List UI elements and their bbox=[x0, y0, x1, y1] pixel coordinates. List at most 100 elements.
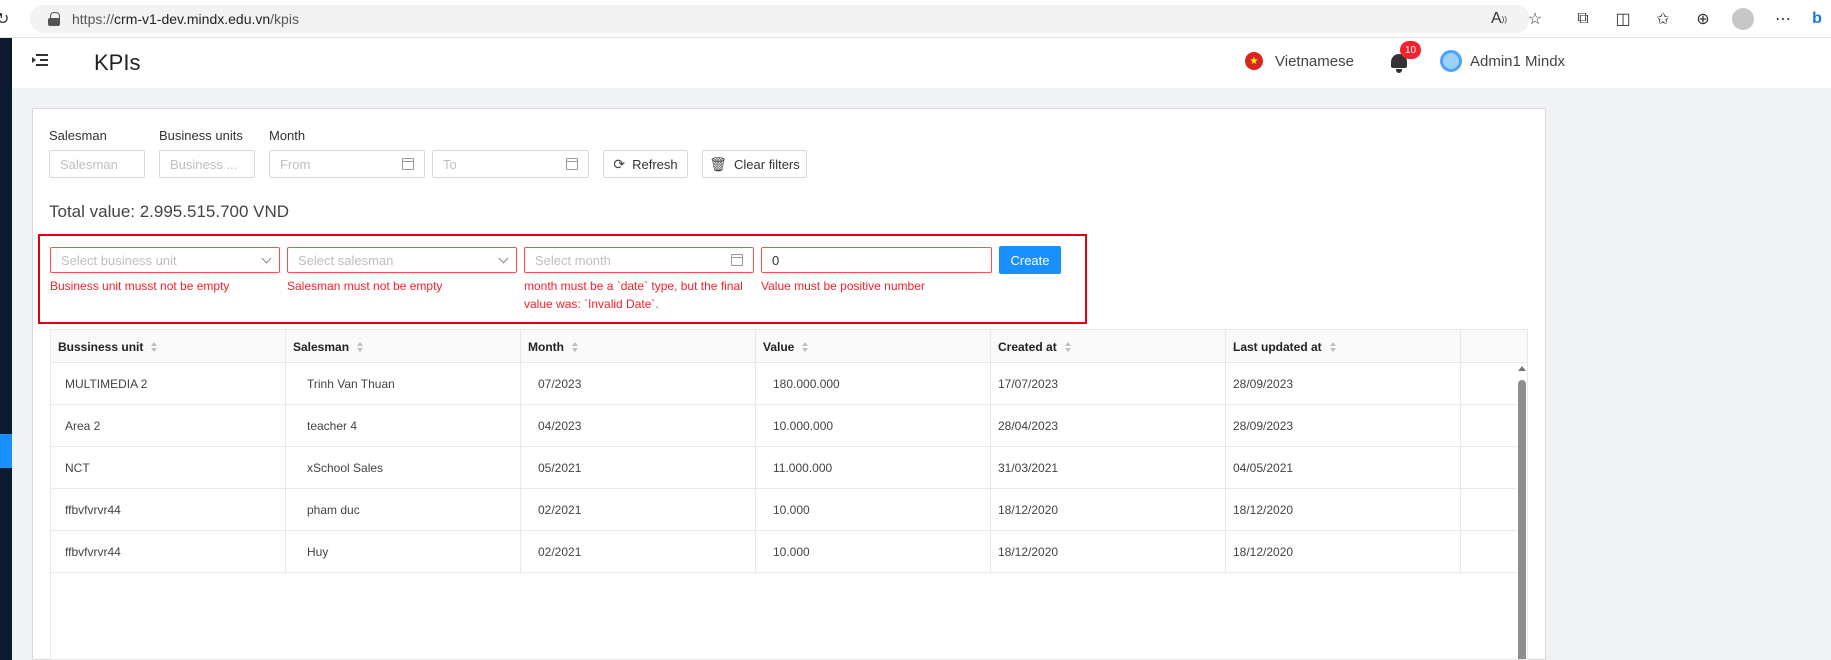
sidebar-active-item[interactable] bbox=[0, 434, 12, 468]
month-select[interactable]: Select month bbox=[524, 247, 754, 273]
table-row[interactable]: NCT xSchool Sales 05/2021 11.000.000 31/… bbox=[51, 447, 1517, 489]
salesman-filter-input[interactable]: Salesman bbox=[49, 150, 145, 178]
column-header-last-updated-at[interactable]: Last updated at bbox=[1226, 330, 1461, 363]
cell-business-unit: NCT bbox=[51, 447, 286, 489]
total-value: Total value: 2.995.515.700 VND bbox=[49, 202, 290, 221]
clear-filters-button[interactable]: 🗑 Clear filters bbox=[702, 150, 807, 178]
cell-created-at: 18/12/2020 bbox=[991, 531, 1226, 573]
profile-icon[interactable] bbox=[1723, 0, 1763, 38]
business-units-filter-placeholder: Business ... bbox=[170, 156, 238, 172]
cell-created-at: 28/04/2023 bbox=[991, 405, 1226, 447]
cell-business-unit: MULTIMEDIA 2 bbox=[51, 363, 286, 405]
user-menu[interactable]: Admin1 Mindx bbox=[1440, 50, 1565, 72]
column-header-salesman[interactable]: Salesman bbox=[286, 330, 521, 363]
clear-filters-label: Clear filters bbox=[734, 156, 800, 172]
salesman-filter-placeholder: Salesman bbox=[60, 156, 118, 172]
business-unit-select[interactable]: Select business unit bbox=[50, 247, 280, 273]
column-header-value[interactable]: Value bbox=[756, 330, 991, 363]
cell-salesman: Trinh Van Thuan bbox=[286, 363, 521, 405]
column-header-business-unit[interactable]: Bussiness unit bbox=[51, 330, 286, 363]
sort-icon bbox=[357, 341, 364, 352]
column-header-label: Last updated at bbox=[1233, 339, 1322, 354]
table-scrollbar[interactable] bbox=[1518, 366, 1526, 659]
calendar-icon bbox=[731, 254, 743, 266]
browser-toolbar: ↻ https://crm-v1-dev.mindx.edu.vn/kpis A… bbox=[0, 0, 1831, 38]
language-selector[interactable]: ★ Vietnamese bbox=[1245, 52, 1354, 70]
cell-last-updated-at: 28/09/2023 bbox=[1226, 405, 1461, 447]
salesman-select[interactable]: Select salesman bbox=[287, 247, 517, 273]
reload-icon[interactable]: ↻ bbox=[0, 9, 12, 28]
scroll-up-icon[interactable] bbox=[1518, 366, 1526, 371]
business-units-filter-label: Business units bbox=[159, 128, 243, 143]
cell-month: 05/2021 bbox=[521, 447, 756, 489]
table-header: Bussiness unit Salesman Month Value Crea… bbox=[51, 330, 1527, 363]
cell-salesman: teacher 4 bbox=[286, 405, 521, 447]
business-unit-error: Business unit musst not be empty bbox=[50, 279, 230, 293]
table-row[interactable]: ffbvfvrvr44 pham duc 02/2021 10.000 18/1… bbox=[51, 489, 1517, 531]
menu-toggle-icon[interactable] bbox=[32, 54, 48, 68]
page-title: KPIs bbox=[94, 50, 141, 75]
cell-month: 07/2023 bbox=[521, 363, 756, 405]
read-aloud-icon[interactable]: A)) bbox=[1479, 0, 1519, 38]
column-header-label: Month bbox=[528, 339, 564, 354]
value-input[interactable]: 0 bbox=[761, 247, 992, 273]
sort-icon bbox=[151, 341, 158, 352]
cell-value: 10.000.000 bbox=[756, 405, 991, 447]
sort-icon bbox=[802, 341, 809, 352]
refresh-button[interactable]: ⟳ Refresh bbox=[603, 150, 688, 178]
table-row[interactable]: ffbvfvrvr44 Huy 02/2021 10.000 18/12/202… bbox=[51, 531, 1517, 573]
chevron-down-icon bbox=[498, 253, 509, 264]
refresh-label: Refresh bbox=[632, 156, 678, 172]
app-header: KPIs ★ Vietnamese 10 Admin1 Mindx bbox=[12, 38, 1831, 88]
month-from-input[interactable]: From bbox=[269, 150, 425, 178]
sort-icon bbox=[1064, 341, 1071, 352]
table-row[interactable]: MULTIMEDIA 2 Trinh Van Thuan 07/2023 180… bbox=[51, 363, 1517, 405]
cell-created-at: 31/03/2021 bbox=[991, 447, 1226, 489]
sort-icon bbox=[571, 341, 578, 352]
create-button[interactable]: Create bbox=[999, 246, 1061, 274]
cell-month: 02/2021 bbox=[521, 531, 756, 573]
cell-last-updated-at: 18/12/2020 bbox=[1226, 489, 1461, 531]
extensions-icon[interactable]: ⧉ bbox=[1563, 0, 1603, 38]
cell-business-unit: Area 2 bbox=[51, 405, 286, 447]
cell-value: 10.000 bbox=[756, 531, 991, 573]
cell-month: 02/2021 bbox=[521, 489, 756, 531]
cell-salesman: xSchool Sales bbox=[286, 447, 521, 489]
chevron-down-icon bbox=[261, 253, 272, 264]
month-to-input[interactable]: To bbox=[432, 150, 589, 178]
collections-icon[interactable]: ⊕ bbox=[1683, 0, 1723, 38]
trash-icon: 🗑 bbox=[709, 155, 728, 172]
avatar bbox=[1440, 50, 1462, 72]
value-input-text: 0 bbox=[772, 252, 780, 268]
sidebar bbox=[0, 38, 12, 660]
url-text[interactable]: https://crm-v1-dev.mindx.edu.vn/kpis bbox=[72, 11, 299, 27]
cell-value: 10.000 bbox=[756, 489, 991, 531]
scrollbar-thumb[interactable] bbox=[1518, 380, 1526, 659]
column-header-month[interactable]: Month bbox=[521, 330, 756, 363]
business-unit-select-placeholder: Select business unit bbox=[61, 252, 177, 268]
table-row[interactable]: Area 2 teacher 4 04/2023 10.000.000 28/0… bbox=[51, 405, 1517, 447]
favorites-icon[interactable]: ✩ bbox=[1643, 0, 1683, 38]
column-header-label: Created at bbox=[998, 339, 1057, 354]
copilot-icon[interactable]: b bbox=[1803, 0, 1831, 38]
sort-icon bbox=[1329, 341, 1336, 352]
address-bar[interactable]: https://crm-v1-dev.mindx.edu.vn/kpis bbox=[30, 5, 1530, 33]
lock-icon[interactable] bbox=[48, 12, 60, 26]
cell-created-at: 18/12/2020 bbox=[991, 489, 1226, 531]
value-error: Value must be positive number bbox=[761, 279, 925, 293]
month-select-placeholder: Select month bbox=[535, 252, 611, 268]
refresh-icon: ⟳ bbox=[613, 155, 626, 172]
cell-business-unit: ffbvfvrvr44 bbox=[51, 531, 286, 573]
cell-created-at: 17/07/2023 bbox=[991, 363, 1226, 405]
column-header-label: Value bbox=[763, 339, 795, 354]
cell-last-updated-at: 28/09/2023 bbox=[1226, 363, 1461, 405]
favorite-icon[interactable]: ☆ bbox=[1515, 0, 1555, 38]
profile-avatar bbox=[1732, 8, 1754, 30]
column-header-created-at[interactable]: Created at bbox=[991, 330, 1226, 363]
month-error-line-2: value was: `Invalid Date`. bbox=[524, 297, 659, 311]
more-icon[interactable]: ⋯ bbox=[1763, 0, 1803, 38]
business-units-filter-input[interactable]: Business ... bbox=[159, 150, 255, 178]
split-screen-icon[interactable]: ◫ bbox=[1603, 0, 1643, 38]
cell-last-updated-at: 04/05/2021 bbox=[1226, 447, 1461, 489]
user-name: Admin1 Mindx bbox=[1470, 52, 1566, 70]
